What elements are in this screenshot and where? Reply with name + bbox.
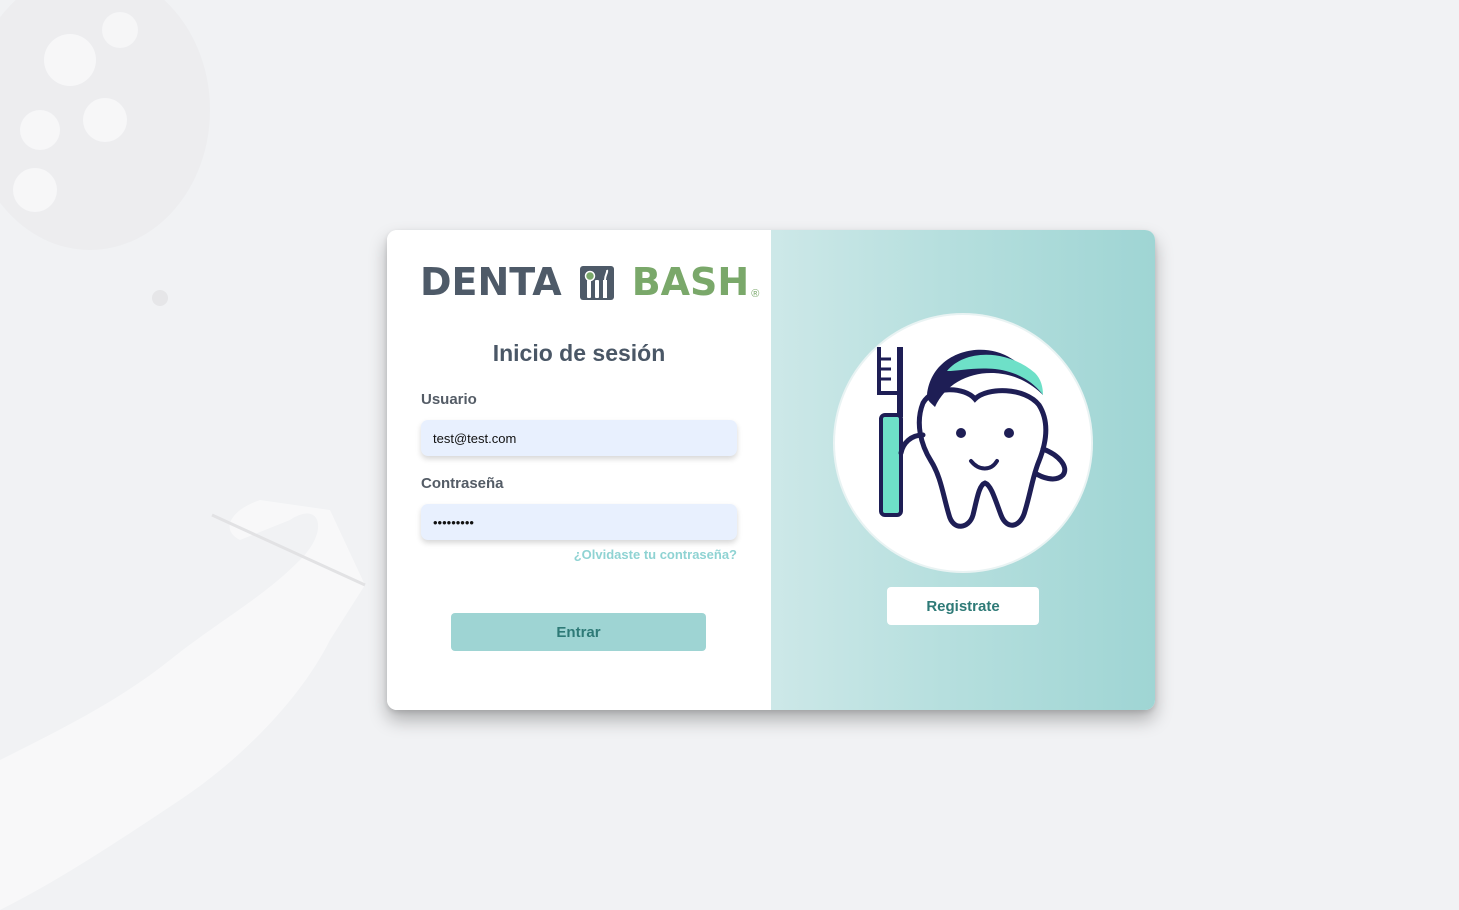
login-button[interactable]: Entrar <box>451 613 706 651</box>
login-panel: DENTA BASH ® Inicio de sesión Usuario Co… <box>387 230 771 710</box>
brand-logo: DENTA BASH ® <box>420 258 759 306</box>
password-label: Contraseña <box>421 475 504 492</box>
register-panel: Registrate <box>771 230 1155 710</box>
register-button[interactable]: Registrate <box>887 587 1039 625</box>
page-title: Inicio de sesión <box>492 340 666 366</box>
forgot-password-link[interactable]: ¿Olvidaste tu contraseña? <box>574 547 737 562</box>
username-label: Usuario <box>421 391 477 408</box>
username-input[interactable] <box>421 420 737 456</box>
password-input[interactable] <box>421 504 737 540</box>
dental-tools-icon <box>579 266 614 300</box>
tooth-with-toothbrush-icon <box>877 347 1068 529</box>
login-card: DENTA BASH ® Inicio de sesión Usuario Co… <box>387 230 1155 710</box>
registered-mark: ® <box>751 288 760 300</box>
brand-name-part1: DENTA <box>420 260 562 304</box>
illustration-circle <box>835 315 1091 571</box>
brand-name-part2: BASH <box>631 260 750 304</box>
